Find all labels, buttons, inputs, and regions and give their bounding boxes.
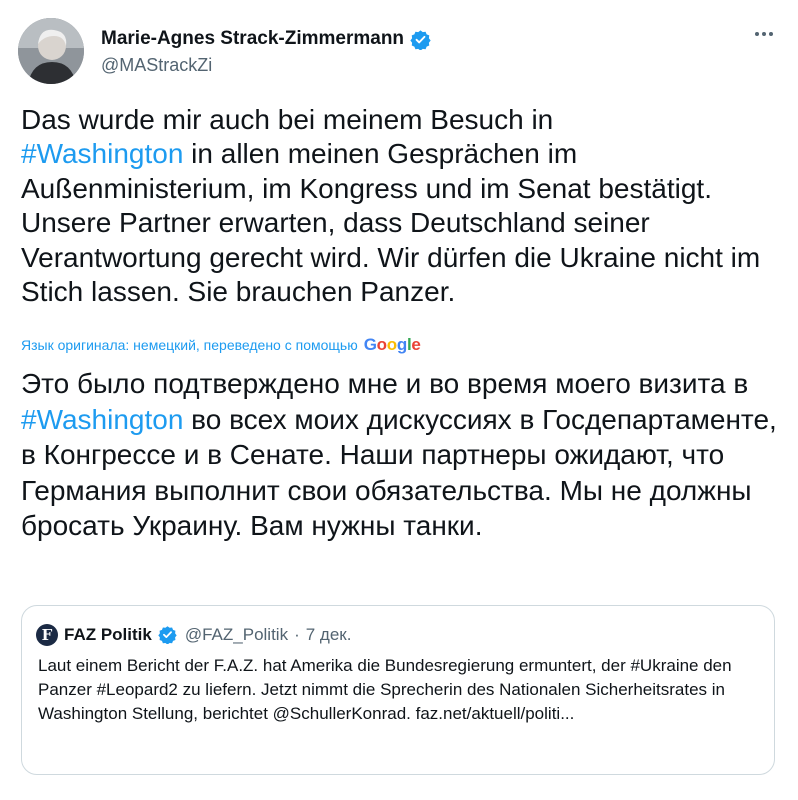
hashtag-link[interactable]: #Washington [21, 138, 183, 169]
tweet-text-part1: Das wurde mir auch bei meinem Besuch in [21, 104, 554, 135]
quoted-tweet-header: F FAZ Politik @FAZ_Politik · 7 дек. [36, 624, 351, 646]
translation-note: Язык оригинала: немецкий, переведено с п… [21, 335, 421, 355]
faz-avatar-icon[interactable]: F [36, 624, 58, 646]
author-name-row[interactable]: Marie-Agnes Strack-Zimmermann [101, 28, 431, 51]
avatar[interactable] [18, 18, 84, 84]
verified-badge-icon [158, 625, 179, 646]
quoted-author-name[interactable]: FAZ Politik [64, 625, 152, 645]
more-options-icon[interactable] [752, 22, 776, 50]
translated-hashtag-link[interactable]: #Washington [21, 404, 183, 435]
verified-badge-icon [410, 29, 431, 51]
separator-dot: · [294, 625, 300, 644]
author-name[interactable]: Marie-Agnes Strack-Zimmermann [101, 28, 404, 50]
avatar-photo [18, 18, 84, 84]
quoted-tweet-text: Laut einem Bericht der F.A.Z. hat Amerik… [38, 656, 732, 723]
quoted-tweet-card[interactable]: F FAZ Politik @FAZ_Politik · 7 дек. Laut… [21, 605, 775, 775]
translated-text: Это было подтверждено мне и во время мое… [21, 366, 781, 544]
quoted-author-handle[interactable]: @FAZ_Politik [185, 625, 288, 645]
tweet-text: Das wurde mir auch bei meinem Besuch in … [21, 103, 781, 309]
author-handle[interactable]: @MAStrackZi [101, 55, 212, 76]
google-logo: Google [363, 335, 421, 354]
translation-note-text: Язык оригинала: немецкий, переведено с п… [21, 337, 358, 353]
quoted-tweet-date[interactable]: 7 дек. [306, 625, 352, 645]
translated-text-part1: Это было подтверждено мне и во время мое… [21, 368, 749, 399]
